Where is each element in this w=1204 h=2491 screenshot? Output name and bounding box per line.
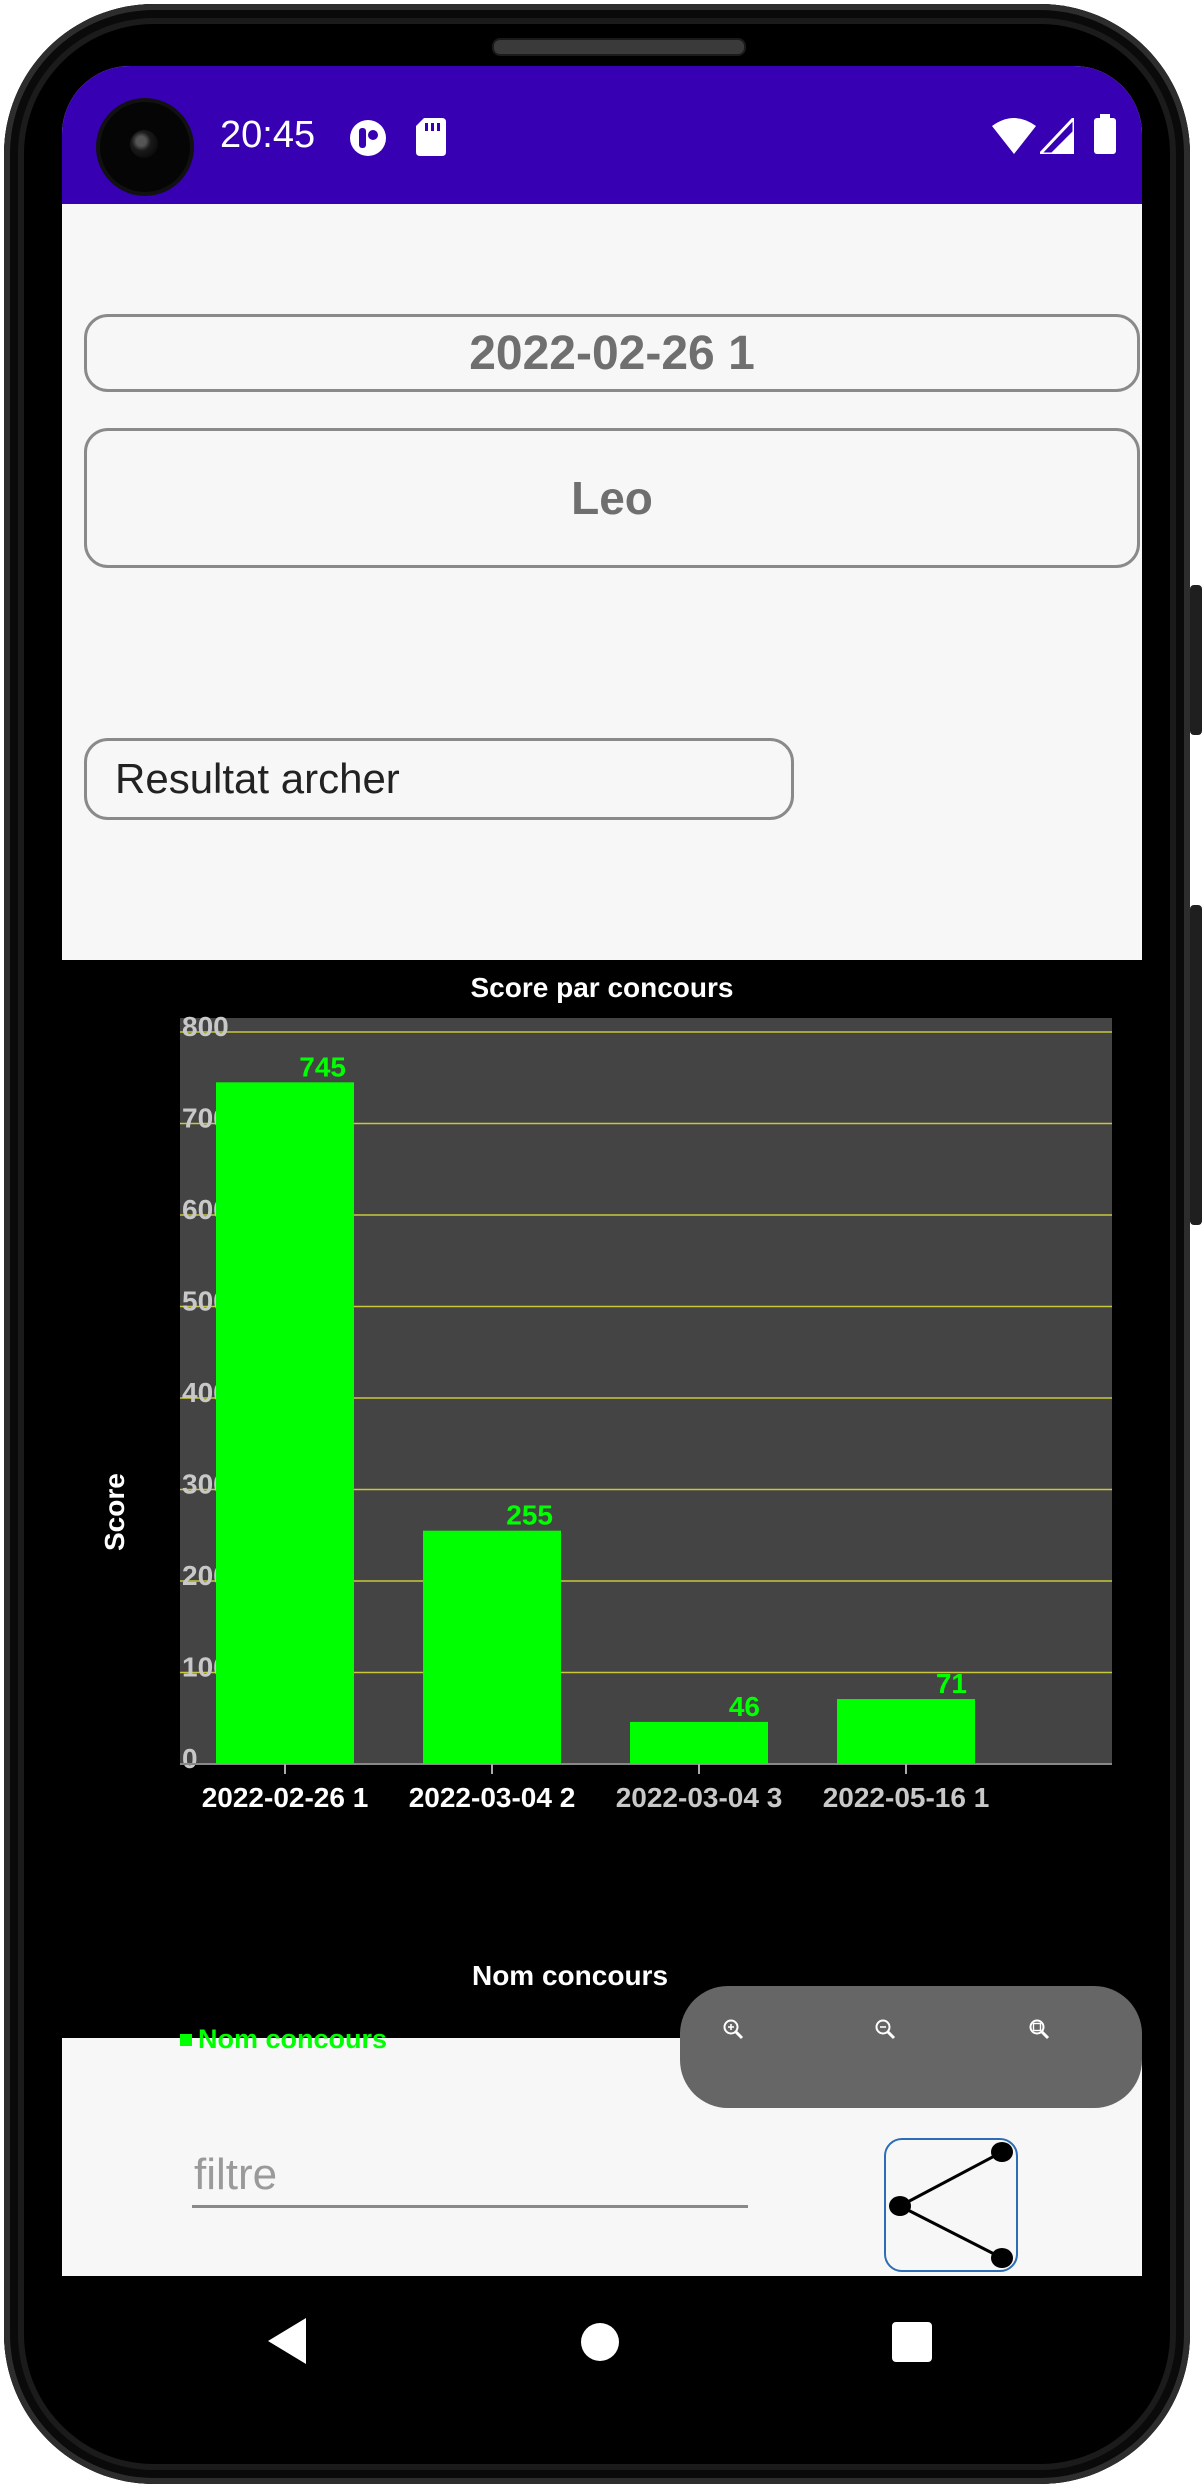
speaker-grille — [492, 38, 746, 56]
score-chart[interactable]: Score par concours Score 0 100 200 300 400 50… — [62, 960, 1142, 2108]
share-icon — [889, 2142, 1013, 2268]
archer-name-value: Leo — [571, 472, 653, 524]
chart-plot: 01002003004005006007008007452022-02-26 1… — [180, 1011, 1112, 1813]
battery-icon — [1094, 114, 1116, 154]
volume-button — [1190, 585, 1202, 735]
result-archer-button[interactable]: Resultat archer — [84, 738, 794, 820]
zoom-in-icon[interactable] — [722, 2018, 744, 2040]
sd-card-icon — [416, 118, 446, 156]
data-label: 71 — [936, 1668, 967, 1699]
system-nav-bar — [62, 2276, 1142, 2406]
legend-swatch — [180, 2033, 192, 2046]
power-button — [1190, 905, 1202, 1225]
front-camera — [100, 102, 190, 192]
result-archer-label: Resultat archer — [115, 755, 400, 802]
chart-legend: Nom concours — [180, 2024, 387, 2055]
zoom-controls — [680, 1986, 1142, 2108]
bar — [630, 1721, 768, 1764]
concours-name-field[interactable]: 2022-02-26 1 — [84, 314, 1140, 392]
signal-icon — [1040, 118, 1074, 154]
wifi-icon — [992, 118, 1036, 154]
y-tick-label: 0 — [182, 1743, 198, 1774]
data-label: 255 — [506, 1500, 553, 1531]
bar — [837, 1699, 975, 1764]
legend-label: Nom concours — [198, 2024, 388, 2054]
share-button[interactable] — [884, 2138, 1018, 2272]
x-tick-label: 2022-02-26 1 — [202, 1782, 369, 1813]
filter-input[interactable] — [192, 2144, 748, 2208]
status-bar: 20:45 — [62, 66, 1142, 204]
concours-name-value: 2022-02-26 1 — [469, 326, 755, 380]
app-notification-icon — [350, 120, 386, 156]
bar — [423, 1530, 561, 1764]
y-tick-label: 800 — [182, 1011, 229, 1042]
x-tick-label: 2022-03-04 3 — [616, 1782, 783, 1813]
data-label: 745 — [299, 1051, 346, 1082]
data-label: 46 — [729, 1691, 760, 1722]
x-tick-label: 2022-05-16 1 — [823, 1782, 990, 1813]
status-time: 20:45 — [220, 114, 316, 156]
recents-icon[interactable] — [892, 2322, 932, 2362]
archer-name-field[interactable]: Leo — [84, 428, 1140, 568]
bar — [216, 1082, 354, 1764]
home-icon[interactable] — [580, 2322, 620, 2362]
back-icon[interactable] — [268, 2318, 308, 2364]
x-tick-label: 2022-03-04 2 — [409, 1782, 576, 1813]
zoom-out-icon[interactable] — [874, 2018, 896, 2040]
device: 20:45 2022-02-26 1 Leo Resultat archer S… — [0, 0, 1204, 2491]
app-screen: 20:45 2022-02-26 1 Leo Resultat archer S… — [62, 66, 1142, 2276]
zoom-reset-icon[interactable] — [1028, 2018, 1050, 2040]
